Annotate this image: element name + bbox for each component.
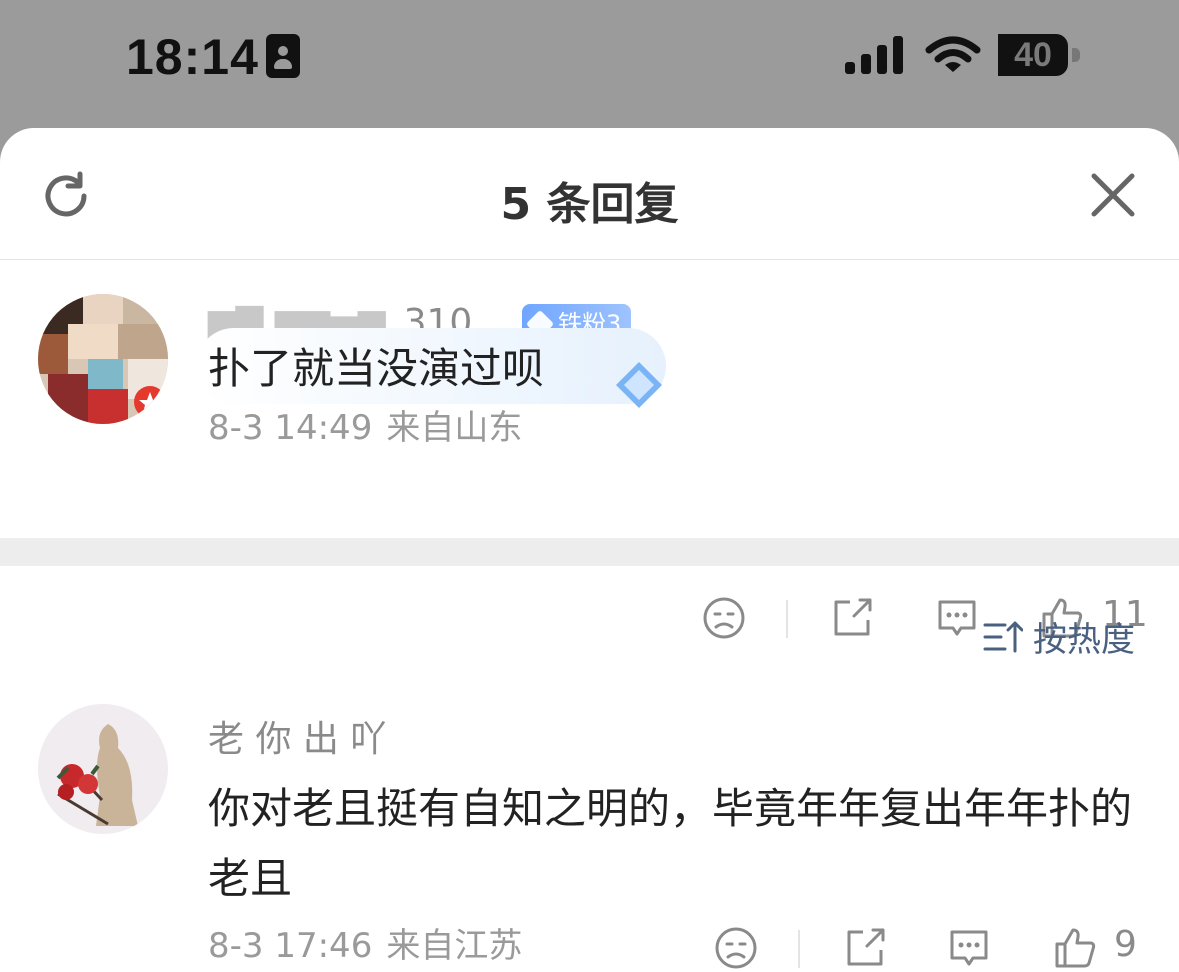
close-icon[interactable] xyxy=(1090,172,1136,218)
battery-icon: 40 xyxy=(998,34,1068,76)
original-comment: ▆▇ ▆▆▅▆_310 铁粉3 扑了就当没演过呗 8-3 14:49来自山东 xyxy=(0,260,1179,639)
reply-item: 老 你 出 吖 你对老且挺有自知之明的，毕竟年年复出年年扑的老且 8-3 17:… xyxy=(0,688,1179,972)
share-icon[interactable] xyxy=(843,926,887,970)
contact-card-icon xyxy=(266,34,300,78)
section-divider xyxy=(0,538,1179,566)
avatar[interactable] xyxy=(38,294,168,424)
comment-date: 8-3 17:46 xyxy=(208,926,373,966)
sheet-title: 5 条回复 xyxy=(500,179,679,230)
comment-meta: 8-3 14:49 来自山东 xyxy=(208,400,522,449)
battery-cap xyxy=(1072,48,1080,62)
battery-level: 40 xyxy=(1014,36,1052,74)
comment-text: 扑了就当没演过呗 xyxy=(208,344,545,393)
cellular-signal-icon xyxy=(845,36,903,74)
sort-label: 按热度 xyxy=(1033,620,1135,660)
comment-text: 你对老且挺有自知之明的，毕竟年年复出年年扑的老且 xyxy=(208,784,1133,903)
action-divider xyxy=(798,930,800,968)
avatar[interactable] xyxy=(38,704,168,834)
comment-icon[interactable] xyxy=(947,926,991,970)
action-divider xyxy=(786,600,788,638)
comment-date: 8-3 14:49 xyxy=(208,408,373,448)
comment-icon[interactable] xyxy=(935,596,979,640)
status-bar: 18:14 40 xyxy=(0,0,1179,130)
username[interactable]: 老 你 出 吖 xyxy=(208,710,386,762)
sort-icon xyxy=(983,621,1023,652)
sheet-header: 5 条回复 xyxy=(0,128,1179,260)
like-count: 9 xyxy=(1114,924,1137,965)
sort-toggle[interactable]: 按热度 xyxy=(983,612,1135,660)
comment-location: 来自江苏 xyxy=(386,926,523,966)
comment-meta: 8-3 17:46 来自江苏 xyxy=(208,918,522,967)
dislike-face-icon[interactable] xyxy=(714,926,758,970)
wifi-icon xyxy=(925,36,981,72)
like-thumb-icon[interactable] xyxy=(1053,926,1097,970)
status-time: 18:14 xyxy=(126,29,259,85)
comment-location: 来自山东 xyxy=(386,408,523,448)
dislike-face-icon[interactable] xyxy=(702,596,746,640)
share-icon[interactable] xyxy=(830,596,874,640)
replies-sheet: 5 条回复 ▆▇ ▆▆▅▆_310 铁粉3 扑了就当没演过呗 8-3 14:49… xyxy=(0,128,1179,972)
